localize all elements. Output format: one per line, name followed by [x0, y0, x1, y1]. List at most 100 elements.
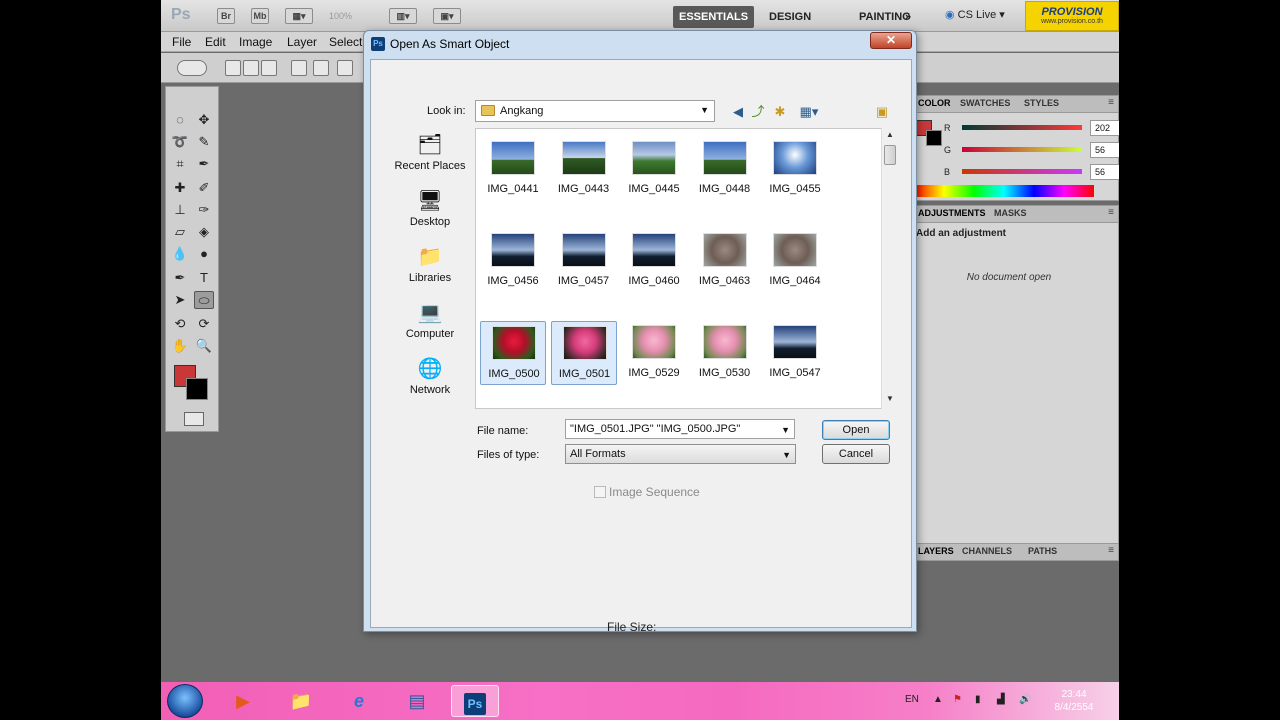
panel-menu-icon[interactable]: ≡: [1108, 545, 1114, 556]
volume-icon[interactable]: 🔊: [1019, 694, 1031, 705]
tab-channels[interactable]: CHANNELS: [958, 546, 1016, 556]
start-button[interactable]: [167, 684, 203, 718]
place-libraries[interactable]: 📁 Libraries: [383, 244, 477, 284]
zoom-level[interactable]: 100%: [329, 8, 381, 24]
workspace-essentials[interactable]: ESSENTIALS: [673, 6, 755, 28]
new-selection-icon[interactable]: [225, 60, 241, 76]
path-select-icon[interactable]: ➤: [170, 291, 190, 309]
file-name-input[interactable]: "IMG_0501.JPG" "IMG_0500.JPG" ▼: [565, 419, 795, 439]
hand-tool-icon[interactable]: ✋: [170, 337, 190, 355]
crop-tool-icon[interactable]: ⌗: [170, 155, 190, 173]
panel-menu-icon[interactable]: ≡: [1108, 207, 1114, 218]
tab-swatches[interactable]: SWATCHES: [956, 98, 1014, 108]
clock[interactable]: 23:44 8/4/2554: [1047, 688, 1101, 714]
3d-rotate-icon[interactable]: ⟲: [170, 315, 190, 333]
open-button[interactable]: Open: [822, 420, 890, 440]
file-item[interactable]: IMG_0530: [692, 321, 758, 385]
quick-mask-icon[interactable]: [184, 412, 204, 426]
paint-bucket-icon[interactable]: ◈: [194, 223, 214, 241]
place-computer[interactable]: 💻 Computer: [383, 300, 477, 340]
background-color-swatch[interactable]: [186, 378, 208, 400]
workspace-design[interactable]: DESIGN: [763, 6, 817, 28]
blur-tool-icon[interactable]: 💧: [170, 245, 190, 263]
panel-menu-icon[interactable]: ≡: [1108, 97, 1114, 108]
new-folder-icon[interactable]: ✱: [771, 103, 789, 121]
tab-masks[interactable]: MASKS: [990, 208, 1031, 218]
arrange-documents-button[interactable]: ▥▾: [389, 8, 417, 24]
bridge-button[interactable]: Br: [217, 8, 235, 24]
explorer-icon[interactable]: 📁: [277, 685, 325, 717]
view-extras-button[interactable]: ▦▾: [285, 8, 313, 24]
file-list-scrollbar[interactable]: ▲ ▼: [881, 128, 898, 409]
scroll-up-icon[interactable]: ▲: [886, 130, 894, 139]
file-item[interactable]: IMG_0547: [762, 321, 828, 385]
network-center-icon[interactable]: ▤: [393, 685, 441, 717]
network-tray-icon[interactable]: ▟: [997, 694, 1005, 705]
checkbox-box[interactable]: [594, 486, 606, 498]
cancel-button[interactable]: Cancel: [822, 444, 890, 464]
more-workspaces-button[interactable]: »: [899, 6, 917, 28]
clone-stamp-icon[interactable]: ⊥: [170, 201, 190, 219]
screen-mode-button[interactable]: ▣▾: [433, 8, 461, 24]
mini-bridge-button[interactable]: Mb: [251, 8, 269, 24]
pen-icon[interactable]: [291, 60, 307, 76]
scroll-thumb[interactable]: [884, 145, 896, 165]
type-tool-icon[interactable]: T: [194, 269, 214, 287]
add-selection-icon[interactable]: [243, 60, 259, 76]
marquee-tool-icon[interactable]: ◌: [170, 111, 190, 129]
image-sequence-checkbox[interactable]: Image Sequence: [594, 485, 700, 499]
subtract-selection-icon[interactable]: [261, 60, 277, 76]
eyedropper-icon[interactable]: ✒: [194, 155, 214, 173]
tab-styles[interactable]: STYLES: [1020, 98, 1063, 108]
close-button[interactable]: ✕: [870, 32, 912, 49]
menu-file[interactable]: File: [172, 35, 191, 49]
file-type-select[interactable]: All Formats ▼: [565, 444, 796, 464]
file-item[interactable]: IMG_0445: [621, 137, 687, 201]
menu-layer[interactable]: Layer: [287, 35, 317, 49]
file-item[interactable]: IMG_0500: [480, 321, 546, 385]
folder-action-icon[interactable]: ▣: [873, 103, 891, 121]
up-folder-icon[interactable]: ⤴: [749, 103, 767, 121]
file-item[interactable]: IMG_0455: [762, 137, 828, 201]
chevron-down-icon[interactable]: ▼: [781, 421, 790, 439]
file-item[interactable]: IMG_0457: [551, 229, 617, 293]
ellipse-tool-icon[interactable]: ⬭: [194, 291, 214, 309]
file-item[interactable]: IMG_0443: [551, 137, 617, 201]
file-item[interactable]: IMG_0501: [550, 321, 617, 385]
file-item[interactable]: IMG_0529: [621, 321, 687, 385]
place-network[interactable]: 🌐 Network: [383, 356, 477, 396]
language-indicator[interactable]: EN: [905, 694, 919, 705]
history-brush-icon[interactable]: ✑: [194, 201, 214, 219]
file-item[interactable]: IMG_0464: [762, 229, 828, 293]
place-desktop[interactable]: 🖥 Desktop: [383, 188, 477, 228]
lasso-tool-icon[interactable]: ➰: [170, 133, 190, 151]
place-recent-places[interactable]: 🗂 Recent Places: [383, 132, 477, 172]
photoshop-taskbar-button[interactable]: Ps: [451, 685, 499, 717]
ellipse-tool-preset[interactable]: [177, 60, 207, 76]
cs-live-menu[interactable]: ◉ CS Live ▾: [945, 8, 1005, 21]
file-item[interactable]: IMG_0463: [692, 229, 758, 293]
move-tool-icon[interactable]: ✥: [194, 111, 214, 129]
menu-image[interactable]: Image: [239, 35, 272, 49]
ie-icon[interactable]: e: [335, 685, 383, 717]
freeform-pen-icon[interactable]: [313, 60, 329, 76]
menu-select[interactable]: Select: [329, 35, 362, 49]
look-in-dropdown[interactable]: Angkang ▼: [475, 100, 715, 122]
back-icon[interactable]: ◀: [729, 103, 747, 121]
zoom-tool-icon[interactable]: 🔍: [194, 337, 214, 355]
pen-tool-icon[interactable]: ✒: [170, 269, 190, 287]
healing-brush-icon[interactable]: ✚: [170, 179, 190, 197]
power-icon[interactable]: ▮: [975, 694, 981, 705]
file-item[interactable]: IMG_0441: [480, 137, 546, 201]
file-item[interactable]: IMG_0448: [692, 137, 758, 201]
quick-select-icon[interactable]: ✎: [194, 133, 214, 151]
tab-layers[interactable]: LAYERS: [914, 546, 958, 556]
rectangle-shape-icon[interactable]: [337, 60, 353, 76]
eraser-icon[interactable]: ▱: [170, 223, 190, 241]
action-center-icon[interactable]: ⚑: [953, 694, 962, 705]
brush-tool-icon[interactable]: ✐: [194, 179, 214, 197]
tab-paths[interactable]: PATHS: [1024, 546, 1061, 556]
menu-edit[interactable]: Edit: [205, 35, 226, 49]
dodge-tool-icon[interactable]: ●: [194, 245, 214, 263]
tab-adjustments[interactable]: ADJUSTMENTS: [914, 208, 990, 218]
